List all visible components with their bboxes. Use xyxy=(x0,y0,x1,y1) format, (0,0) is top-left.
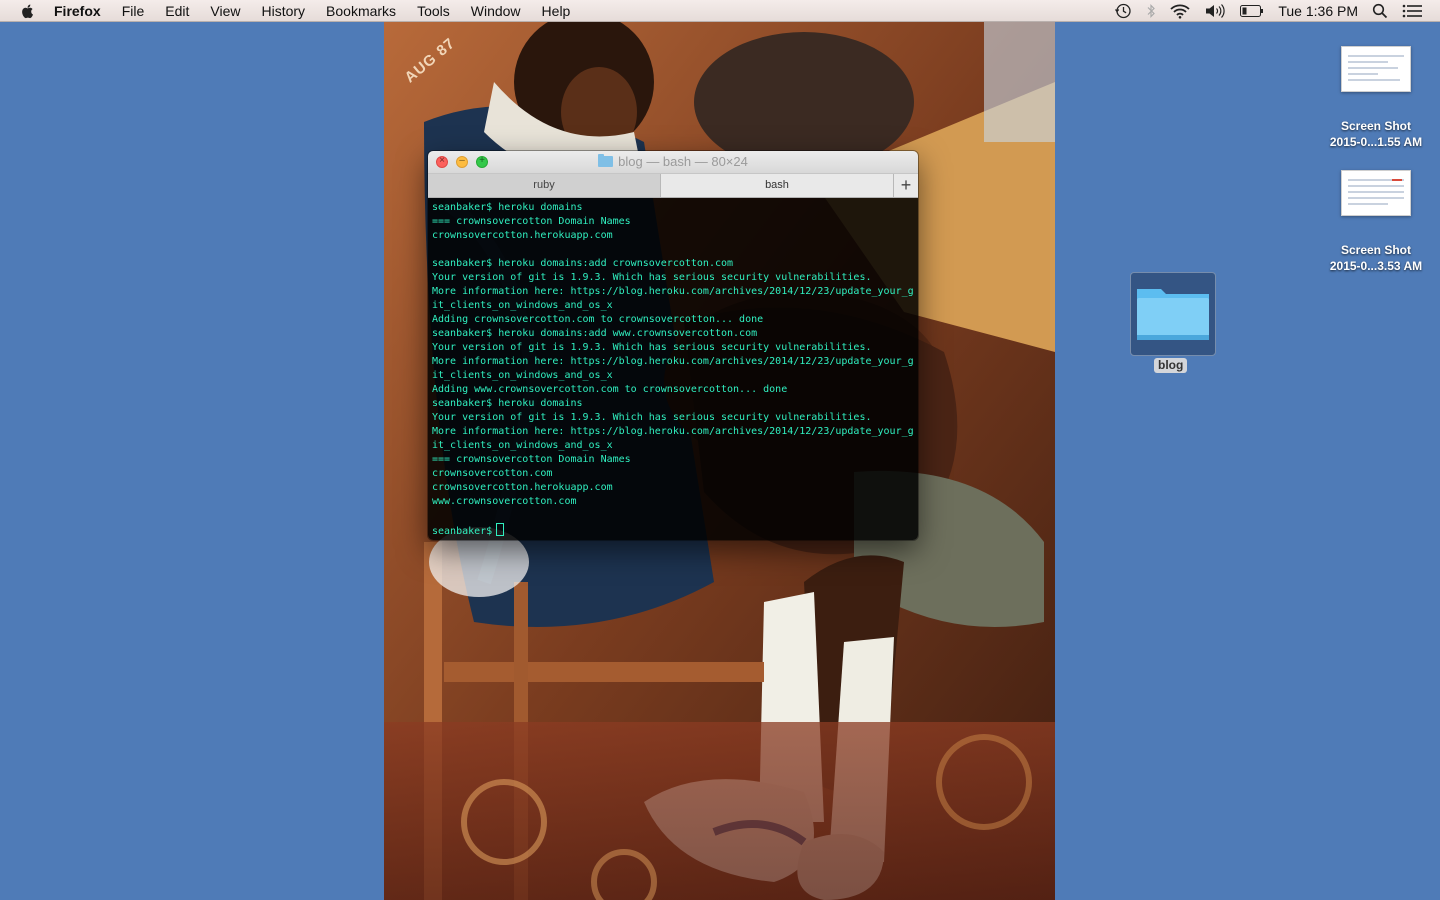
terminal-line: it_clients_on_windows_and_os_x xyxy=(432,300,613,311)
folder-icon xyxy=(1137,289,1209,340)
status-menus: Tue 1:36 PM xyxy=(1114,0,1422,22)
time-machine-icon[interactable] xyxy=(1114,2,1132,20)
terminal-line: www.crownsovercotton.com xyxy=(432,496,577,507)
menu-clock[interactable]: Tue 1:36 PM xyxy=(1278,3,1358,19)
terminal-line: More information here: https://blog.hero… xyxy=(432,286,914,297)
terminal-line: Adding www.crownsovercotton.com to crown… xyxy=(432,384,788,395)
menu-view[interactable]: View xyxy=(210,3,240,19)
terminal-window[interactable]: × – + blog — bash — 80×24 ruby bash + se… xyxy=(428,151,918,540)
tab-ruby[interactable]: ruby xyxy=(428,174,661,197)
desktop-folder-label: blog xyxy=(1154,358,1188,373)
terminal-line: More information here: https://blog.hero… xyxy=(432,356,914,367)
menu-tools[interactable]: Tools xyxy=(417,3,450,19)
window-title-text: blog — bash — 80×24 xyxy=(618,154,748,169)
menu-bar: Firefox File Edit View History Bookmarks… xyxy=(0,0,1440,22)
terminal-line: crownsovercotton.herokuapp.com xyxy=(432,230,613,241)
tab-bar: ruby bash + xyxy=(428,174,918,198)
tab-bash[interactable]: bash xyxy=(661,174,894,197)
terminal-line: Adding crownsovercotton.com to crownsove… xyxy=(432,314,764,325)
terminal-line: Your version of git is 1.9.3. Which has … xyxy=(432,412,872,423)
window-titlebar[interactable]: × – + blog — bash — 80×24 xyxy=(428,151,918,174)
menu-help[interactable]: Help xyxy=(542,3,571,19)
new-tab-button[interactable]: + xyxy=(894,174,918,197)
menu-app-firefox[interactable]: Firefox xyxy=(54,3,101,19)
menu-edit[interactable]: Edit xyxy=(165,3,189,19)
notification-center-icon[interactable] xyxy=(1402,4,1422,18)
menu-bookmarks[interactable]: Bookmarks xyxy=(326,3,396,19)
spotlight-search-icon[interactable] xyxy=(1372,3,1388,19)
text-cursor xyxy=(496,523,505,536)
desktop-file-label-line1: Screen Shot xyxy=(1340,243,1412,257)
window-title: blog — bash — 80×24 xyxy=(428,151,918,173)
terminal-line: seanbaker$ heroku domains xyxy=(432,202,583,213)
terminal-line: Your version of git is 1.9.3. Which has … xyxy=(432,342,872,353)
menu-history[interactable]: History xyxy=(261,3,305,19)
desktop-file-label-line1: Screen Shot xyxy=(1340,119,1412,133)
screenshot-thumbnail-icon xyxy=(1341,46,1411,92)
terminal-line: it_clients_on_windows_and_os_x xyxy=(432,440,613,451)
volume-icon[interactable] xyxy=(1204,3,1226,19)
terminal-line: crownsovercotton.com xyxy=(432,468,553,479)
desktop-file-label-line2: 2015-0...1.55 AM xyxy=(1329,135,1423,149)
apple-menu-icon[interactable] xyxy=(20,3,36,19)
menu-window[interactable]: Window xyxy=(471,3,521,19)
desktop-file-screenshot-1[interactable]: Screen Shot 2015-0...1.55 AM xyxy=(1316,46,1436,150)
terminal-line: seanbaker$ heroku domains:add crownsover… xyxy=(432,258,734,269)
terminal-output[interactable]: seanbaker$ heroku domains === crownsover… xyxy=(428,198,918,540)
desktop-file-screenshot-2[interactable]: Screen Shot 2015-0...3.53 AM xyxy=(1316,170,1436,274)
terminal-line: seanbaker$ heroku domains:add www.crowns… xyxy=(432,328,758,339)
terminal-line: Your version of git is 1.9.3. Which has … xyxy=(432,272,872,283)
terminal-line: seanbaker$ heroku domains xyxy=(432,398,583,409)
terminal-line: crownsovercotton.herokuapp.com xyxy=(432,482,613,493)
desktop-file-label-line2: 2015-0...3.53 AM xyxy=(1329,259,1423,273)
terminal-prompt: seanbaker$ xyxy=(432,526,493,537)
terminal-prompt-line[interactable]: seanbaker$ xyxy=(432,523,914,537)
bluetooth-icon[interactable] xyxy=(1146,3,1156,19)
folder-icon xyxy=(598,154,614,167)
screenshot-thumbnail-icon xyxy=(1341,170,1411,216)
terminal-line: === crownsovercotton Domain Names xyxy=(432,454,631,465)
menu-file[interactable]: File xyxy=(122,3,145,19)
terminal-line: === crownsovercotton Domain Names xyxy=(432,216,631,227)
terminal-line: it_clients_on_windows_and_os_x xyxy=(432,370,613,381)
wifi-icon[interactable] xyxy=(1170,4,1190,19)
terminal-line: More information here: https://blog.hero… xyxy=(432,426,914,437)
desktop-folder-blog[interactable] xyxy=(1130,272,1216,356)
battery-icon[interactable] xyxy=(1240,5,1264,17)
